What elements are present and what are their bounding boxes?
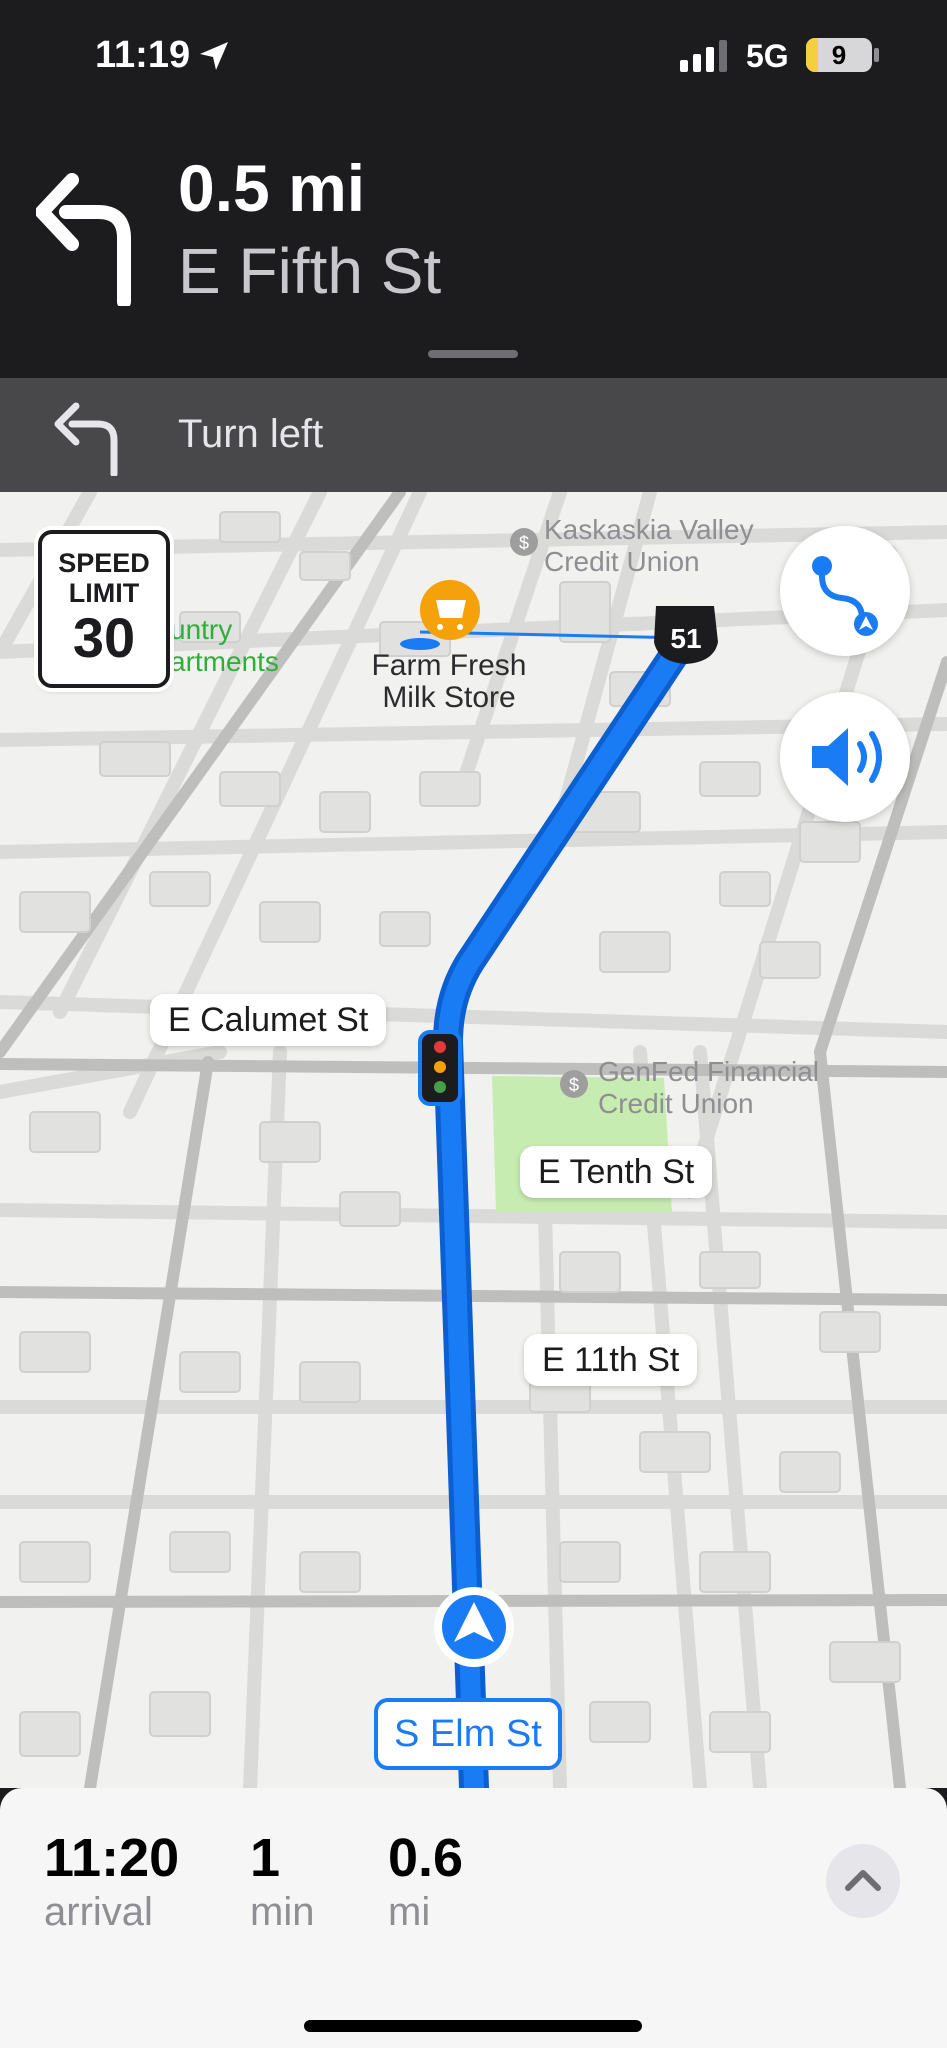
route-shield-number: 51 — [670, 623, 701, 654]
duration-label: min — [250, 1890, 315, 1934]
poi-apartments-line2: artments — [170, 646, 279, 677]
maneuver-distance: 0.5 mi — [178, 151, 366, 225]
location-arrow-icon — [200, 42, 228, 70]
network-type: 5G — [746, 38, 789, 74]
distance-label: mi — [388, 1890, 431, 1934]
next-step-bar[interactable]: Turn left — [0, 378, 947, 492]
battery-icon: 9 — [806, 38, 872, 72]
street-label-eleventh: E 11th St — [524, 1334, 698, 1386]
home-indicator[interactable] — [304, 2020, 642, 2032]
arrival-label: arrival — [44, 1890, 153, 1934]
poi-label-bank-1[interactable]: Kaskaskia Valley Credit Union — [544, 514, 754, 578]
duration-stat: 1 min — [250, 1828, 314, 1936]
street-label-tenth: E Tenth St — [520, 1146, 713, 1198]
banner-grabber[interactable] — [428, 350, 518, 358]
bank-icon: $ — [510, 528, 538, 556]
signal-bars-icon — [680, 40, 727, 72]
duration-value: 1 — [250, 1828, 281, 1888]
next-step-instruction: Turn left — [178, 412, 324, 456]
route-shield-icon: 51 — [654, 606, 718, 664]
distance-value: 0.6 — [388, 1828, 464, 1888]
route-overview-icon — [812, 556, 878, 636]
poi-label-bank-2[interactable]: GenFed Financial Credit Union — [598, 1056, 819, 1120]
status-bar: 11:19 5G 9 — [0, 0, 947, 110]
poi-label-store[interactable]: Farm Fresh Milk Store — [356, 650, 542, 714]
turn-left-arrow-icon — [54, 402, 118, 476]
poi-bank-2-line2: Credit Union — [598, 1088, 754, 1119]
poi-store-line2: Milk Store — [382, 681, 516, 714]
user-location-arrow-icon — [434, 1587, 514, 1667]
map-view[interactable]: 51 $ $ Kaskaskia Valley Credit Union Gen… — [0, 492, 947, 1788]
speed-limit-sign: SPEED LIMIT 30 — [38, 530, 170, 688]
poi-bank-1-line2: Credit Union — [544, 546, 700, 577]
expand-tray-button[interactable] — [826, 1844, 900, 1918]
status-time: 11:19 — [95, 34, 191, 76]
speed-limit-value: 30 — [72, 606, 136, 669]
speed-limit-label-1: SPEED — [58, 548, 150, 578]
maneuver-banner[interactable]: 0.5 mi E Fifth St — [0, 110, 947, 378]
poi-bank-1-line1: Kaskaskia Valley — [544, 514, 754, 545]
current-street-label: S Elm St — [374, 1698, 562, 1770]
arrival-time: 11:20 — [44, 1828, 180, 1888]
speaker-icon — [812, 728, 882, 786]
svg-text:$: $ — [569, 1075, 579, 1095]
traffic-light-icon — [418, 1030, 462, 1106]
route-overview-button[interactable] — [780, 526, 910, 656]
svg-text:$: $ — [519, 533, 529, 553]
street-label-calumet: E Calumet St — [150, 994, 387, 1046]
poi-bank-2-line1: GenFed Financial — [598, 1056, 820, 1087]
maneuver-street: E Fifth St — [178, 235, 442, 307]
distance-stat: 0.6 mi — [388, 1828, 463, 1936]
trip-info-tray[interactable]: 11:20 arrival 1 min 0.6 mi — [0, 1788, 947, 2048]
speed-limit-label-2: LIMIT — [68, 578, 140, 608]
turn-left-arrow-icon — [36, 173, 131, 306]
bank-icon: $ — [560, 1070, 588, 1098]
battery-percent: 9 — [831, 40, 847, 70]
poi-store-line1: Farm Fresh — [371, 649, 527, 682]
arrival-stat: 11:20 arrival — [44, 1828, 179, 1936]
battery-nub — [874, 48, 879, 62]
audio-button[interactable] — [780, 692, 910, 822]
poi-label-apartments[interactable]: untry artments — [170, 614, 279, 678]
chevron-up-icon — [845, 1870, 881, 1891]
poi-apartments-line1: untry — [170, 614, 233, 645]
